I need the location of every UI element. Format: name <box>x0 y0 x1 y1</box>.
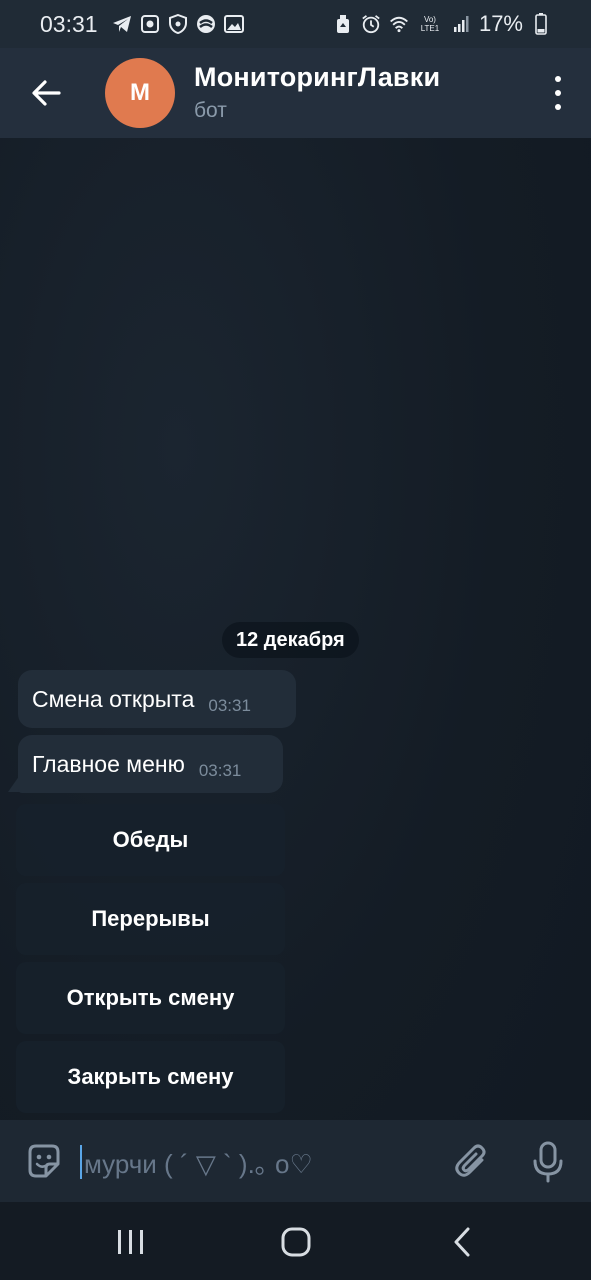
message-input[interactable]: мурчи ( ´ ▽ ` ).｡ o♡ <box>80 1140 430 1184</box>
text-caret <box>80 1145 82 1179</box>
chat-title: МониторингЛавки <box>194 62 441 92</box>
back-button[interactable] <box>24 76 68 110</box>
more-options-button[interactable] <box>551 76 565 110</box>
signal-icon <box>451 14 471 34</box>
message-text: Смена открыта <box>32 685 195 712</box>
chevron-left-icon <box>454 1227 470 1257</box>
inline-button-close-shift[interactable]: Закрыть смену <box>16 1041 285 1113</box>
volte-icon: Vo) LTE1 <box>420 15 440 33</box>
recent-apps-button[interactable] <box>115 1228 147 1256</box>
status-time: 03:31 <box>40 10 98 37</box>
voice-message-button[interactable] <box>528 1140 568 1184</box>
app-icon <box>196 14 216 34</box>
alarm-icon <box>361 14 381 34</box>
home-button[interactable] <box>280 1226 312 1258</box>
date-separator: 12 декабря <box>222 622 359 658</box>
system-nav-bar <box>0 1202 591 1280</box>
status-right: Vo) LTE1 17% <box>333 11 551 37</box>
more-vertical-icon <box>555 76 561 82</box>
wifi-icon <box>389 14 409 34</box>
home-icon <box>281 1227 311 1257</box>
avatar[interactable]: М <box>105 58 175 128</box>
status-bar: 03:31 Vo) LTE1 17% <box>0 0 591 48</box>
status-left: 03:31 <box>40 11 244 38</box>
chat-title-block[interactable]: МониторингЛавки бот <box>194 62 440 123</box>
paperclip-icon <box>455 1144 486 1177</box>
telegram-chat-screen: 03:31 Vo) LTE1 17% М МониторингЛавки бот… <box>0 0 591 1280</box>
gallery-icon <box>223 14 244 34</box>
battery-icon <box>531 13 551 35</box>
message-text: Главное меню <box>32 750 185 777</box>
recycle-icon <box>333 14 353 34</box>
message-bubble[interactable]: Главное меню 03:31 <box>18 735 283 793</box>
inline-button-breaks[interactable]: Перерывы <box>16 883 285 955</box>
message-input-bar: мурчи ( ´ ▽ ` ).｡ o♡ <box>0 1120 591 1202</box>
sticker-icon <box>28 1144 60 1178</box>
message-bubble[interactable]: Смена открыта 03:31 <box>18 670 296 728</box>
shield-icon <box>168 14 188 34</box>
chat-header: М МониторингЛавки бот <box>0 48 591 138</box>
chat-subtitle: бот <box>194 99 227 122</box>
inline-button-open-shift[interactable]: Открыть смену <box>16 962 285 1034</box>
message-time: 03:31 <box>198 761 242 780</box>
notification-icon <box>140 14 160 34</box>
arrow-left-icon <box>32 80 61 106</box>
telegram-icon <box>112 14 132 34</box>
recent-apps-icon <box>118 1230 143 1254</box>
attach-button[interactable] <box>452 1142 492 1182</box>
sticker-button[interactable] <box>24 1142 64 1182</box>
more-dot <box>555 104 561 110</box>
system-back-button[interactable] <box>450 1226 474 1258</box>
inline-button-lunches[interactable]: Обеды <box>16 804 285 876</box>
battery-percent: 17% <box>478 11 523 36</box>
more-dot <box>555 90 561 96</box>
message-input-placeholder: мурчи ( ´ ▽ ` ).｡ o♡ <box>84 1148 313 1179</box>
microphone-icon <box>533 1141 563 1183</box>
message-time: 03:31 <box>208 696 251 715</box>
